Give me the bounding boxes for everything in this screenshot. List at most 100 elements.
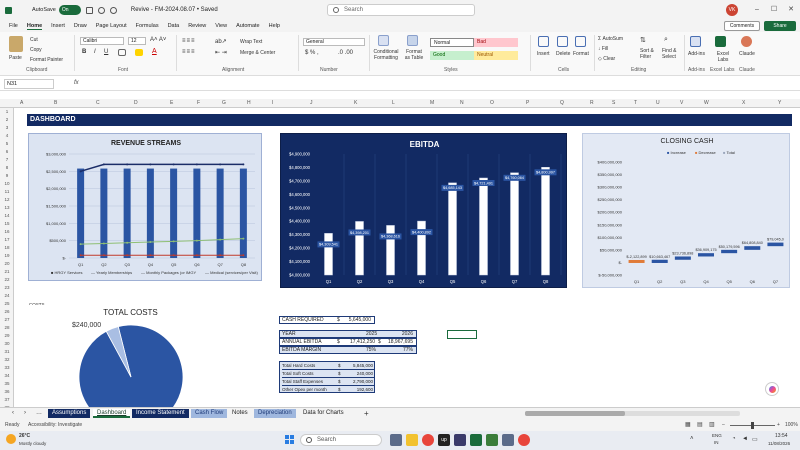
row-header[interactable]: 7 xyxy=(2,157,12,162)
ebitda-margin-row[interactable]: EBITDA MARGIN 75% 77% xyxy=(279,346,417,354)
claude-button[interactable]: Claude xyxy=(739,51,755,57)
paste-label[interactable]: Paste xyxy=(9,55,22,61)
row-header[interactable]: 32 xyxy=(2,357,12,362)
app-icon[interactable] xyxy=(502,434,514,446)
row-header[interactable]: 34 xyxy=(2,373,12,378)
table-row[interactable]: Total Soft Costs $ 240,000 xyxy=(282,371,374,378)
excel-labs-button[interactable]: Excel Labs xyxy=(712,51,734,63)
decimal-icon[interactable]: .0 .00 xyxy=(338,50,353,56)
fill-button[interactable]: ↓ Fill xyxy=(598,46,608,52)
clock-time[interactable]: 13:54 xyxy=(775,433,788,439)
autosave-control[interactable]: AutoSave On xyxy=(32,5,81,15)
grow-font-icon[interactable]: A˄ A˅ xyxy=(150,37,166,43)
row-header[interactable]: 37 xyxy=(2,397,12,402)
indent-icon[interactable]: ⇤ ⇥ xyxy=(215,49,227,56)
row-header[interactable]: 12 xyxy=(2,197,12,202)
weather-icon[interactable] xyxy=(6,434,16,444)
volume-icon[interactable]: ◄ xyxy=(742,436,748,442)
row-header[interactable]: 33 xyxy=(2,365,12,370)
zoom-slider-handle[interactable] xyxy=(751,422,754,429)
closing-cash-chart[interactable]: CLOSING CASH ■ Increase ■ Decrease ■ Tot… xyxy=(582,133,790,288)
col-header[interactable]: P xyxy=(526,100,529,106)
menu-draw[interactable]: Draw xyxy=(74,23,87,29)
menu-formulas[interactable]: Formulas xyxy=(136,23,159,29)
col-header[interactable]: S xyxy=(612,100,615,106)
app-icon[interactable] xyxy=(454,434,466,446)
col-header[interactable]: B xyxy=(54,100,57,106)
col-header[interactable]: D xyxy=(134,100,138,106)
row-header[interactable]: 30 xyxy=(2,341,12,346)
col-header[interactable]: O xyxy=(490,100,494,106)
menu-data[interactable]: Data xyxy=(168,23,180,29)
col-header[interactable]: X xyxy=(742,100,745,106)
row-header[interactable]: 14 xyxy=(2,213,12,218)
wifi-icon[interactable]: ◔ xyxy=(732,436,736,442)
search-input[interactable]: Search xyxy=(327,4,475,16)
tab-data-for-charts[interactable]: Data for Charts xyxy=(299,409,348,418)
col-header[interactable]: H xyxy=(247,100,251,106)
insert-button[interactable]: Insert xyxy=(537,51,550,57)
style-bad[interactable]: Bad xyxy=(474,38,518,47)
annual-ebitda-row[interactable]: ANNUAL EBITDA $ 17,412,250 $ 18,967,695 xyxy=(279,338,417,346)
menu-automate[interactable]: Automate xyxy=(236,23,260,29)
insert-cells-icon[interactable] xyxy=(538,36,549,47)
format-as-table-icon[interactable] xyxy=(407,35,418,46)
merge-center-button[interactable]: Merge & Center xyxy=(240,50,275,56)
style-normal[interactable]: Normal xyxy=(430,38,474,47)
format-as-table-button[interactable]: Format as Table xyxy=(403,49,425,61)
col-header[interactable]: N xyxy=(460,100,464,106)
row-header[interactable]: 16 xyxy=(2,229,12,234)
format-painter-button[interactable]: Format Painter xyxy=(30,57,63,63)
zoom-level[interactable]: 100% xyxy=(785,422,798,428)
battery-icon[interactable]: ▭ xyxy=(752,436,758,443)
row-header[interactable]: 10 xyxy=(2,181,12,186)
excel-taskbar-icon[interactable] xyxy=(470,434,482,446)
row-header[interactable]: 2 xyxy=(2,117,12,122)
delete-cells-icon[interactable] xyxy=(557,36,568,47)
style-good[interactable]: Good xyxy=(430,51,474,60)
total-costs-chart[interactable]: TOTAL COSTS $240,000 xyxy=(28,305,233,407)
col-header[interactable]: W xyxy=(704,100,709,106)
excel-labs-icon[interactable] xyxy=(715,36,726,47)
addins-button[interactable]: Add-ins xyxy=(688,51,705,57)
row-header[interactable]: 1 xyxy=(2,109,12,114)
col-header[interactable]: K xyxy=(354,100,357,106)
col-header[interactable]: F xyxy=(197,100,200,106)
copilot-icon[interactable] xyxy=(765,382,779,396)
col-header[interactable]: A xyxy=(20,100,23,106)
row-header[interactable]: 3 xyxy=(2,125,12,130)
align-top-icon[interactable]: ≡≡≡ xyxy=(182,38,196,44)
add-sheet-icon[interactable]: + xyxy=(364,409,369,418)
col-header[interactable]: U xyxy=(656,100,660,106)
row-header[interactable]: 35 xyxy=(2,381,12,386)
chrome-icon[interactable] xyxy=(422,434,434,446)
menu-help[interactable]: Help xyxy=(269,23,280,29)
close-icon[interactable]: ✕ xyxy=(786,5,796,15)
menu-file[interactable]: File xyxy=(9,23,18,29)
col-header[interactable]: Q xyxy=(560,100,564,106)
col-header[interactable]: Y xyxy=(778,100,781,106)
scrollbar-thumb[interactable] xyxy=(525,411,625,416)
tray-chevron-icon[interactable]: ˄ xyxy=(690,436,694,442)
selected-cell[interactable] xyxy=(447,330,477,339)
col-header[interactable]: T xyxy=(634,100,637,106)
task-view-icon[interactable] xyxy=(390,434,402,446)
table-row[interactable]: Other Opex per month $ 192,600 xyxy=(282,387,374,394)
row-header[interactable]: 17 xyxy=(2,237,12,242)
view-normal-icon[interactable]: ▦ xyxy=(685,421,691,428)
row-header[interactable]: 15 xyxy=(2,221,12,226)
accessibility-status[interactable]: Accessibility: Investigate xyxy=(28,422,82,428)
row-header[interactable]: 20 xyxy=(2,261,12,266)
maximize-icon[interactable]: ☐ xyxy=(769,5,779,15)
row-header[interactable]: 13 xyxy=(2,205,12,210)
row-header[interactable]: 24 xyxy=(2,293,12,298)
format-cells-icon[interactable] xyxy=(575,36,586,47)
bold-icon[interactable]: B xyxy=(82,49,86,55)
row-header[interactable]: 8 xyxy=(2,165,12,170)
chrome-icon[interactable] xyxy=(518,434,530,446)
row-header[interactable]: 29 xyxy=(2,333,12,338)
row-header[interactable]: 6 xyxy=(2,149,12,154)
paste-icon[interactable] xyxy=(9,36,23,52)
font-size-select[interactable]: 12 xyxy=(128,37,146,45)
col-header[interactable]: L xyxy=(392,100,395,106)
